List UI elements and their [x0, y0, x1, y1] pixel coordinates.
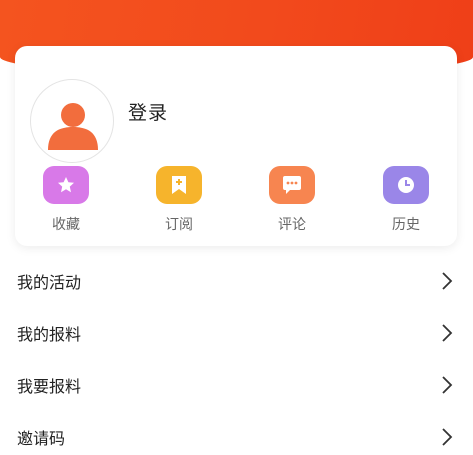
quick-action-label: 历史 [392, 217, 420, 233]
star-icon [43, 166, 89, 204]
menu-item-label: 我的报料 [17, 325, 82, 344]
menu-item-my-activities[interactable]: 我的活动 [0, 255, 473, 307]
clock-icon [383, 166, 429, 204]
quick-action-label: 订阅 [165, 217, 193, 233]
quick-action-subscriptions[interactable]: 订阅 [144, 166, 214, 236]
quick-action-favorites[interactable]: 收藏 [31, 166, 101, 236]
quick-action-history[interactable]: 历史 [371, 166, 441, 236]
menu-item-my-reports[interactable]: 我的报料 [0, 307, 473, 359]
chat-bubble-icon [269, 166, 315, 204]
menu-item-submit-report[interactable]: 我要报料 [0, 359, 473, 411]
menu-item-invite-code[interactable]: 邀请码 [0, 411, 473, 455]
chevron-right-icon [442, 272, 453, 290]
quick-actions: 收藏 订阅 评论 历史 [15, 166, 457, 236]
quick-action-label: 评论 [278, 217, 306, 233]
chevron-right-icon [442, 324, 453, 342]
chevron-right-icon [442, 428, 453, 446]
profile-card: 登录 收藏 订阅 评论 历史 [15, 46, 457, 246]
default-user-icon [48, 103, 98, 150]
login-link[interactable]: 登录 [128, 98, 168, 125]
quick-action-comments[interactable]: 评论 [257, 166, 327, 236]
menu-item-label: 我要报料 [17, 377, 82, 396]
menu-item-label: 邀请码 [17, 429, 66, 448]
bookmark-icon [156, 166, 202, 204]
quick-action-label: 收藏 [52, 217, 80, 233]
menu-list: 我的活动 我的报料 我要报料 邀请码 [0, 255, 473, 455]
avatar[interactable] [30, 79, 114, 163]
chevron-right-icon [442, 376, 453, 394]
menu-item-label: 我的活动 [17, 273, 82, 292]
